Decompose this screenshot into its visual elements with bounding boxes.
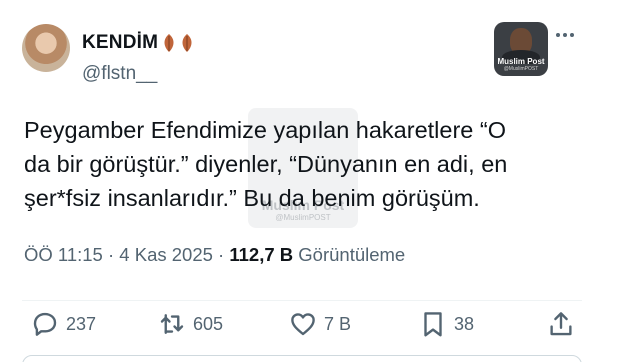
tweet-text-line: da bir görüştür.” diyenler, “Dünyanın en… <box>24 151 508 177</box>
bookmark-count: 38 <box>454 313 475 334</box>
leaf-icon <box>182 34 192 52</box>
share-button[interactable] <box>546 309 576 339</box>
tweet-text-line: şer*fsiz insanlarıdır.” Bu da benim görü… <box>24 185 480 211</box>
like-button[interactable]: 7 B <box>288 309 351 339</box>
channel-logo: Muslim Post @MuslimPOST <box>494 22 548 76</box>
logo-handle: @MuslimPOST <box>503 66 539 72</box>
repost-count: 605 <box>193 313 224 334</box>
views-count: 112,7 B <box>229 244 294 265</box>
action-bar: 237 605 7 B 38 <box>22 300 582 340</box>
tweet-card: KENDİM @flstn__ Muslim Post @MuslimPOST … <box>0 0 619 362</box>
heart-icon <box>291 313 315 336</box>
meta-separator: · <box>218 244 225 265</box>
bookmark-button[interactable]: 38 <box>418 309 474 339</box>
tweet-text-line: Peygamber Efendimize yapılan hakaretlere… <box>24 117 506 143</box>
tweet-meta: ÖÖ 11:15 · 4 Kas 2025 · 112,7 B Görüntül… <box>24 244 405 266</box>
tweet-date[interactable]: 4 Kas 2025 <box>119 244 213 265</box>
meta-separator: · <box>107 244 115 265</box>
reply-button[interactable]: 237 <box>30 309 96 339</box>
repost-button[interactable]: 605 <box>157 309 223 339</box>
logo-name: Muslim Post <box>497 57 545 66</box>
author-handle[interactable]: @flstn__ <box>82 63 157 85</box>
views-label: Görüntüleme <box>298 244 406 265</box>
reply-icon <box>33 312 57 336</box>
reply-box[interactable] <box>22 355 582 362</box>
like-count: 7 B <box>324 313 352 334</box>
more-options-icon[interactable] <box>556 33 574 37</box>
tweet-text: Peygamber Efendimize yapılan hakaretlere… <box>24 113 604 215</box>
author-name-row: KENDİM <box>82 32 194 54</box>
bookmark-icon <box>424 312 442 337</box>
tweet-time[interactable]: ÖÖ 11:15 <box>24 244 103 265</box>
repost-icon <box>160 314 184 334</box>
author-display-name[interactable]: KENDİM <box>82 32 158 54</box>
share-icon <box>550 312 572 336</box>
reply-count: 237 <box>66 313 97 334</box>
author-avatar[interactable] <box>22 24 70 72</box>
leaf-icon <box>164 34 174 52</box>
